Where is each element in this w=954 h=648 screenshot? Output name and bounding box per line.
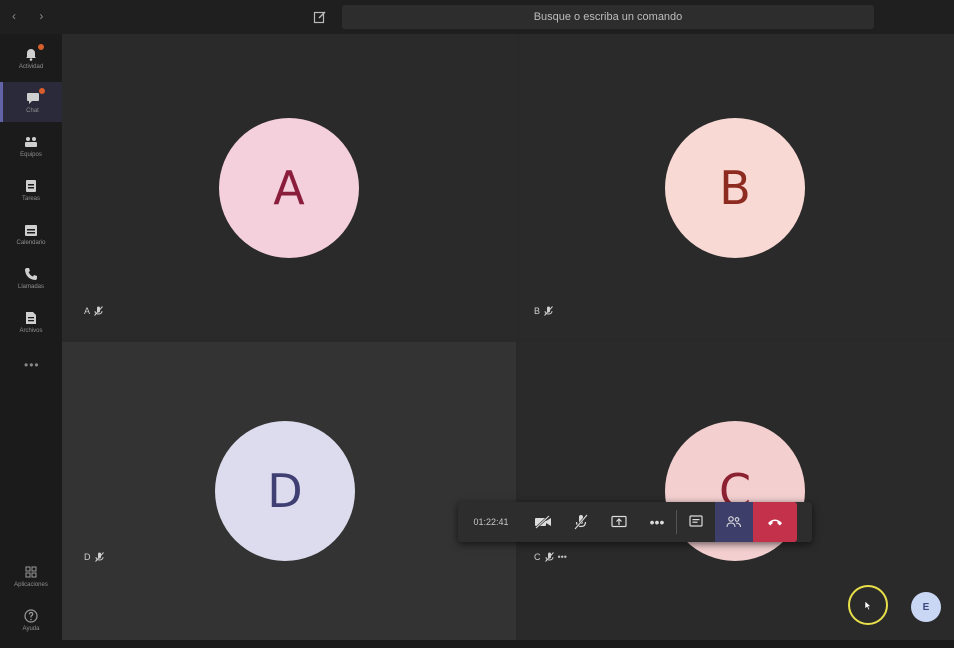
mic-off-icon bbox=[94, 306, 103, 316]
tasks-icon bbox=[26, 180, 36, 192]
rail-label: Equipos bbox=[20, 152, 42, 158]
compose-icon bbox=[313, 11, 326, 24]
participant-name: C ••• bbox=[534, 552, 567, 562]
camera-toggle-button[interactable] bbox=[524, 502, 562, 542]
mic-off-icon bbox=[94, 552, 104, 562]
call-controls: 01:22:41 ••• bbox=[458, 502, 812, 542]
more-apps-button[interactable]: ••• bbox=[24, 358, 40, 372]
meeting-stage: A A B B D D C C ••• 01:22:41 ••• E bbox=[62, 34, 954, 640]
avatar: B bbox=[665, 118, 805, 258]
rail-label: Actividad bbox=[18, 64, 44, 70]
teams-icon bbox=[25, 137, 37, 147]
rail-label: Archivos bbox=[19, 328, 43, 334]
calendar-icon bbox=[25, 225, 37, 236]
bell-icon bbox=[26, 49, 36, 61]
chat-icon bbox=[689, 515, 703, 527]
rail-label: Ayuda bbox=[22, 626, 40, 632]
participant-tile-c[interactable]: C C ••• bbox=[520, 342, 954, 640]
hang-up-button[interactable] bbox=[753, 502, 797, 542]
rail-label: Llamadas bbox=[17, 284, 44, 290]
participant-tile-a[interactable]: A A bbox=[62, 34, 516, 338]
cursor-icon bbox=[864, 599, 872, 610]
call-timer: 01:22:41 bbox=[473, 517, 509, 527]
show-conversation-button[interactable] bbox=[677, 502, 715, 542]
nav-arrows[interactable]: ‹ › bbox=[12, 9, 53, 23]
share-screen-button[interactable] bbox=[600, 502, 638, 542]
camera-off-icon bbox=[535, 515, 551, 529]
compose-button[interactable] bbox=[310, 7, 330, 27]
self-avatar[interactable]: E bbox=[911, 592, 941, 622]
mic-off-icon bbox=[544, 552, 554, 562]
notification-dot bbox=[38, 44, 44, 50]
avatar: D bbox=[215, 421, 355, 561]
rail-item-calendar[interactable]: Calendario bbox=[0, 214, 62, 254]
rail-item-chat[interactable]: Chat bbox=[0, 82, 62, 122]
rail-label: Tareas bbox=[21, 196, 40, 202]
rail-label: Calendario bbox=[16, 240, 46, 246]
notification-dot bbox=[39, 88, 45, 94]
participant-tile-d[interactable]: D D bbox=[62, 342, 516, 640]
rail-item-help[interactable]: Ayuda bbox=[0, 600, 62, 640]
more-actions-button[interactable]: ••• bbox=[638, 502, 676, 542]
apps-icon bbox=[25, 566, 37, 578]
app-rail: Actividad Chat Equipos Tareas Calendario… bbox=[0, 34, 62, 648]
title-bar: ‹ › Busque o escriba un comando bbox=[0, 0, 954, 34]
participant-more-button[interactable]: ••• bbox=[558, 552, 567, 562]
mic-toggle-button[interactable] bbox=[562, 502, 600, 542]
cursor-highlight bbox=[848, 585, 888, 625]
participant-name: D bbox=[84, 552, 104, 562]
show-participants-button[interactable] bbox=[715, 502, 753, 542]
rail-label: Aplicaciones bbox=[14, 582, 48, 588]
files-icon bbox=[26, 312, 36, 324]
rail-item-teams[interactable]: Equipos bbox=[0, 126, 62, 166]
avatar: A bbox=[219, 118, 359, 258]
chat-icon bbox=[26, 93, 39, 104]
hang-up-icon bbox=[768, 519, 782, 526]
phone-icon bbox=[25, 268, 37, 280]
participant-name: A bbox=[84, 306, 103, 316]
participants-icon bbox=[726, 516, 742, 528]
rail-item-tasks[interactable]: Tareas bbox=[0, 170, 62, 210]
share-screen-icon bbox=[611, 515, 627, 528]
rail-label: Chat bbox=[26, 108, 39, 114]
rail-item-activity[interactable]: Actividad bbox=[0, 38, 62, 78]
participant-name-label: C bbox=[534, 552, 541, 562]
help-icon bbox=[24, 609, 38, 623]
mic-off-icon bbox=[574, 514, 588, 530]
search-input[interactable]: Busque o escriba un comando bbox=[342, 5, 874, 29]
participant-name: B bbox=[534, 306, 553, 316]
mic-off-icon bbox=[544, 306, 553, 316]
rail-item-apps[interactable]: Aplicaciones bbox=[0, 556, 62, 596]
participant-tile-b[interactable]: B B bbox=[520, 34, 954, 338]
participant-name-label: B bbox=[534, 306, 541, 316]
participant-name-label: A bbox=[84, 306, 91, 316]
rail-item-calls[interactable]: Llamadas bbox=[0, 258, 62, 298]
participant-name-label: D bbox=[84, 552, 91, 562]
rail-item-files[interactable]: Archivos bbox=[0, 302, 62, 342]
